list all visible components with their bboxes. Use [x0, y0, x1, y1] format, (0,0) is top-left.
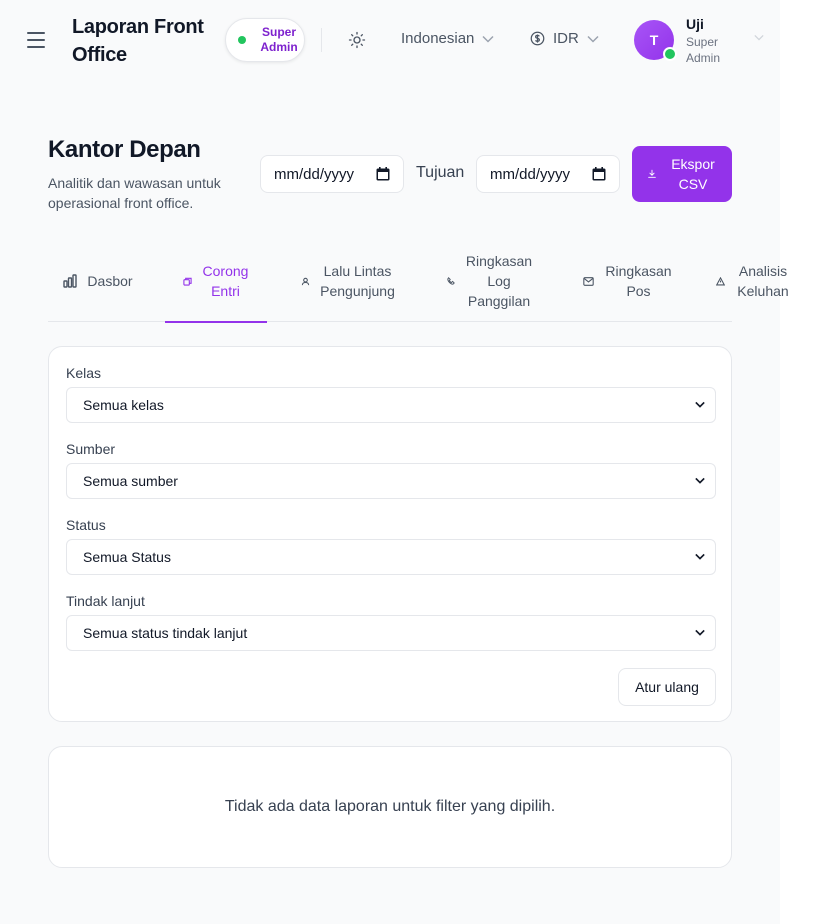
- avatar-initial: T: [649, 32, 659, 48]
- language-label: Indonesian: [401, 30, 475, 47]
- chevron-down-icon: [695, 629, 705, 636]
- chevron-down-icon: [695, 553, 705, 560]
- online-status-icon: [663, 47, 677, 61]
- tab-ringkasan-log-panggilan[interactable]: Ringkasan Log Panggilan: [440, 240, 540, 322]
- status-dot-icon: [238, 36, 246, 44]
- tab-label: Dasbor: [87, 273, 133, 289]
- phone-icon: [447, 277, 455, 285]
- user-info: Uji Super Admin: [686, 16, 736, 66]
- chevron-down-icon: [587, 35, 599, 43]
- user-name: Uji: [686, 16, 704, 32]
- reset-button[interactable]: Atur ulang: [618, 668, 716, 706]
- tab-label: Ringkasan Pos: [605, 263, 672, 299]
- status-select[interactable]: Semua Status: [66, 539, 716, 575]
- user-role: Super Admin: [686, 35, 721, 65]
- report-tabs: Dasbor Corong Entri Lalu Lintas Pengunju…: [48, 240, 789, 323]
- role-badge-label: Super Admin: [260, 25, 298, 54]
- app-title: Laporan Front Office: [72, 16, 204, 66]
- download-icon: [648, 169, 656, 178]
- page-subtitle: Analitik dan wawasan untuk operasional f…: [48, 175, 221, 211]
- chevron-down-icon: [695, 401, 705, 408]
- page-title: Kantor Depan: [48, 136, 201, 163]
- date-to-input[interactable]: mm/dd/yyyy: [476, 155, 620, 193]
- chevron-down-icon: [695, 477, 705, 484]
- tab-corong-entri[interactable]: Corong Entri: [165, 240, 267, 323]
- tab-label: Analisis Keluhan: [737, 263, 789, 299]
- calendar-icon[interactable]: [376, 167, 390, 181]
- currency-label: IDR: [553, 30, 579, 47]
- tab-label: Lalu Lintas Pengunjung: [320, 263, 395, 299]
- source-filter-label: Sumber: [66, 441, 116, 457]
- tab-label: Ringkasan Log Panggilan: [465, 253, 533, 309]
- chevron-down-icon: [482, 35, 494, 43]
- status-select-value: Semua Status: [83, 549, 171, 565]
- language-selector[interactable]: Indonesian: [401, 30, 494, 47]
- class-select[interactable]: Semua kelas: [66, 387, 716, 423]
- tab-lalu-lintas-pengunjung[interactable]: Lalu Lintas Pengunjung: [293, 240, 403, 322]
- tab-analisis-keluhan[interactable]: Analisis Keluhan: [716, 240, 798, 322]
- avatar: T: [634, 20, 677, 61]
- export-csv-button[interactable]: Ekspor CSV: [632, 146, 732, 202]
- dollar-coin-icon: [530, 31, 545, 46]
- date-from-placeholder: mm/dd/yyyy: [274, 165, 355, 183]
- warning-icon: [716, 276, 725, 285]
- date-to-label: Tujuan: [416, 164, 465, 181]
- followup-select-value: Semua status tindak lanjut: [83, 625, 248, 641]
- calendar-icon[interactable]: [592, 167, 606, 181]
- menu-icon[interactable]: [27, 32, 45, 48]
- tab-label: Corong Entri: [202, 263, 249, 299]
- chevron-down-icon: [754, 34, 764, 41]
- followup-select[interactable]: Semua status tindak lanjut: [66, 615, 716, 651]
- source-select[interactable]: Semua sumber: [66, 463, 716, 499]
- tab-dasbor[interactable]: Dasbor: [48, 240, 148, 322]
- sun-icon[interactable]: [348, 31, 366, 49]
- funnel-icon: [182, 277, 192, 286]
- status-filter-label: Status: [66, 517, 106, 533]
- class-filter-label: Kelas: [66, 365, 102, 381]
- visitor-icon: [301, 277, 309, 285]
- active-tab-indicator: [165, 321, 267, 323]
- header-divider: [321, 28, 322, 52]
- empty-state-message: Tidak ada data laporan untuk filter yang…: [224, 798, 556, 815]
- export-label: Ekspor CSV: [671, 156, 715, 192]
- tab-ringkasan-pos[interactable]: Ringkasan Pos: [578, 240, 678, 322]
- mail-icon: [582, 276, 594, 286]
- filter-card: Kelas Semua kelas Sumber Semua sumber St…: [48, 346, 732, 722]
- report-page: Laporan Front Office Super Admin Indones…: [0, 0, 789, 924]
- empty-state-card: Tidak ada data laporan untuk filter yang…: [48, 746, 732, 868]
- date-from-input[interactable]: mm/dd/yyyy: [260, 155, 404, 193]
- date-to-placeholder: mm/dd/yyyy: [490, 165, 571, 183]
- source-select-value: Semua sumber: [83, 473, 178, 489]
- class-select-value: Semua kelas: [83, 397, 164, 413]
- user-menu[interactable]: T Uji Super Admin: [634, 16, 764, 66]
- currency-selector[interactable]: IDR: [530, 30, 599, 47]
- role-badge: Super Admin: [225, 18, 305, 62]
- followup-filter-label: Tindak lanjut: [66, 593, 145, 609]
- chart-bar-icon: [63, 274, 78, 288]
